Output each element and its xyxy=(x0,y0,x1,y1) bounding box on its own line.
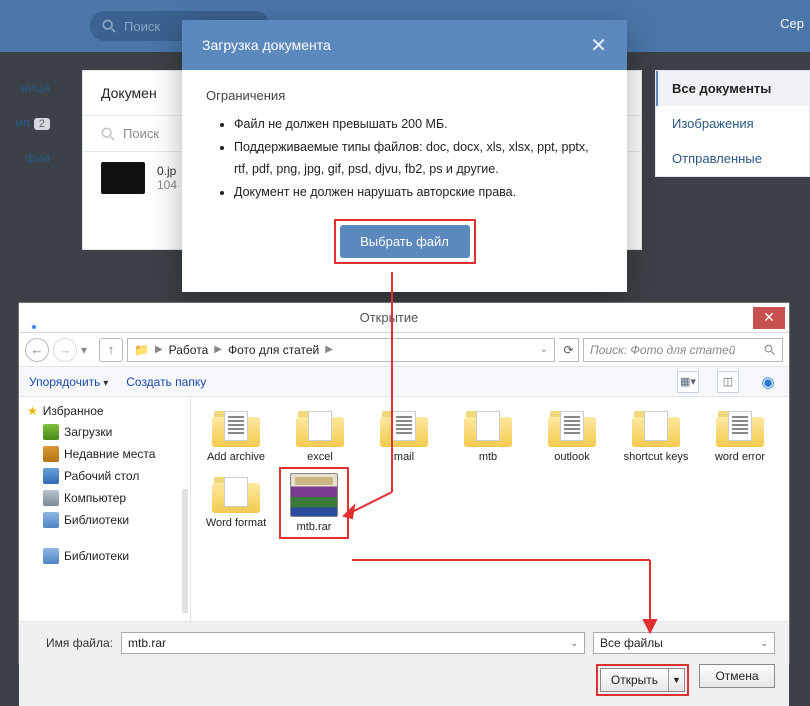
folder-item[interactable]: Add archive xyxy=(201,407,271,463)
view-mode-button[interactable]: ▦▾ xyxy=(677,371,699,393)
folder-icon: 📁 xyxy=(134,343,149,357)
folder-item[interactable]: mtb xyxy=(453,407,523,463)
filename-label: Имя файла: xyxy=(33,636,113,650)
dialog-footer: Имя файла: mtb.rar⌄ Все файлы⌄ Открыть▼ … xyxy=(19,621,789,706)
nav-up-button[interactable]: ↑ xyxy=(99,338,123,362)
preview-pane-button[interactable]: ◫ xyxy=(717,371,739,393)
close-icon[interactable]: ✕ xyxy=(590,33,607,58)
folder-item[interactable]: Word format xyxy=(201,473,271,533)
filename-input[interactable]: mtb.rar⌄ xyxy=(121,632,585,654)
search-icon xyxy=(764,344,776,356)
open-button-highlight: Открыть▼ xyxy=(596,664,689,696)
nav-all-documents[interactable]: Все документы xyxy=(656,71,809,106)
search-icon xyxy=(101,127,115,141)
tree-recent[interactable]: Недавние места xyxy=(19,443,190,465)
refresh-button[interactable]: ⟳ xyxy=(559,338,579,362)
restriction-item: Файл не должен превышать 200 МБ. xyxy=(234,113,603,136)
nav-item[interactable]: ия2 xyxy=(0,115,60,130)
tree-libraries[interactable]: Библиотеки xyxy=(19,509,190,531)
rar-icon xyxy=(290,473,338,517)
nav-back-button[interactable]: ← xyxy=(25,338,49,362)
nav-images[interactable]: Изображения xyxy=(656,106,809,141)
new-folder-button[interactable]: Создать папку xyxy=(126,375,206,389)
folder-item[interactable]: excel xyxy=(285,407,355,463)
file-type-filter[interactable]: Все файлы⌄ xyxy=(593,632,775,654)
nav-item[interactable]: фии xyxy=(0,150,60,165)
dialog-titlebar: Открытие ✕ xyxy=(19,303,789,333)
restriction-item: Поддерживаемые типы файлов: doc, docx, x… xyxy=(234,136,603,181)
file-open-dialog: Открытие ✕ ← → ▾ ↑ 📁 ▶ Работа ▶ Фото для… xyxy=(18,302,790,664)
restrictions-list: Файл не должен превышать 200 МБ. Поддерж… xyxy=(234,113,603,203)
dialog-nav-bar: ← → ▾ ↑ 📁 ▶ Работа ▶ Фото для статей ▶ ⌄… xyxy=(19,333,789,367)
path-segment[interactable]: Работа xyxy=(169,343,209,357)
file-size: 104 xyxy=(157,178,177,192)
folder-item[interactable]: shortcut keys xyxy=(621,407,691,463)
vk-left-nav: ница ия2 фии xyxy=(0,80,60,185)
folder-item[interactable]: mail xyxy=(369,407,439,463)
file-name: 0.jp xyxy=(157,164,177,178)
window-close-button[interactable]: ✕ xyxy=(753,307,785,329)
restriction-item: Документ не должен нарушать авторские пр… xyxy=(234,181,603,204)
vk-right-nav: Все документы Изображения Отправленные xyxy=(655,70,810,177)
dialog-title: Открытие xyxy=(25,310,753,325)
vk-user-name[interactable]: Сер xyxy=(780,16,804,31)
choose-file-highlight: Выбрать файл xyxy=(334,219,476,264)
help-button[interactable]: ◉ xyxy=(757,371,779,393)
search-icon xyxy=(102,19,116,33)
path-segment[interactable]: Фото для статей xyxy=(228,343,319,357)
nav-forward-button[interactable]: → xyxy=(53,338,77,362)
chevron-down-icon[interactable]: ⌄ xyxy=(540,344,548,355)
tree-scrollbar[interactable] xyxy=(182,489,188,613)
tree-computer[interactable]: Компьютер xyxy=(19,487,190,509)
folder-item[interactable]: word error xyxy=(705,407,775,463)
search-placeholder: Поиск xyxy=(124,19,160,34)
modal-title: Загрузка документа xyxy=(202,37,331,53)
folder-item[interactable]: outlook xyxy=(537,407,607,463)
nav-history-dropdown[interactable]: ▾ xyxy=(81,343,95,357)
open-button[interactable]: Открыть▼ xyxy=(600,668,685,692)
choose-file-button[interactable]: Выбрать файл xyxy=(340,225,470,258)
cancel-button[interactable]: Отмена xyxy=(699,664,775,688)
nav-sent[interactable]: Отправленные xyxy=(656,141,809,176)
file-thumbnail xyxy=(101,162,145,194)
restrictions-heading: Ограничения xyxy=(206,88,603,103)
file-list: Add archive excel mail mtb outlook short… xyxy=(191,397,789,621)
upload-document-modal: Загрузка документа ✕ Ограничения Файл не… xyxy=(182,20,627,292)
modal-header: Загрузка документа ✕ xyxy=(182,20,627,70)
open-dropdown-icon[interactable]: ▼ xyxy=(668,669,684,691)
folder-tree: ★Избранное Загрузки Недавние места Рабоч… xyxy=(19,397,191,621)
nav-badge: 2 xyxy=(34,118,50,130)
tree-libraries-section[interactable]: Библиотеки xyxy=(19,545,190,567)
dialog-toolbar: Упорядочить Создать папку ▦▾ ◫ ◉ xyxy=(19,367,789,397)
tree-desktop[interactable]: Рабочий стол xyxy=(19,465,190,487)
file-item-selected[interactable]: mtb.rar xyxy=(279,467,349,539)
tree-favorites[interactable]: ★Избранное xyxy=(19,401,190,421)
breadcrumb-path[interactable]: 📁 ▶ Работа ▶ Фото для статей ▶ ⌄ xyxy=(127,338,555,362)
dialog-search-input[interactable]: Поиск: Фото для статей xyxy=(583,338,783,362)
organize-menu[interactable]: Упорядочить xyxy=(29,375,108,389)
tree-downloads[interactable]: Загрузки xyxy=(19,421,190,443)
nav-item[interactable]: ница xyxy=(0,80,60,95)
